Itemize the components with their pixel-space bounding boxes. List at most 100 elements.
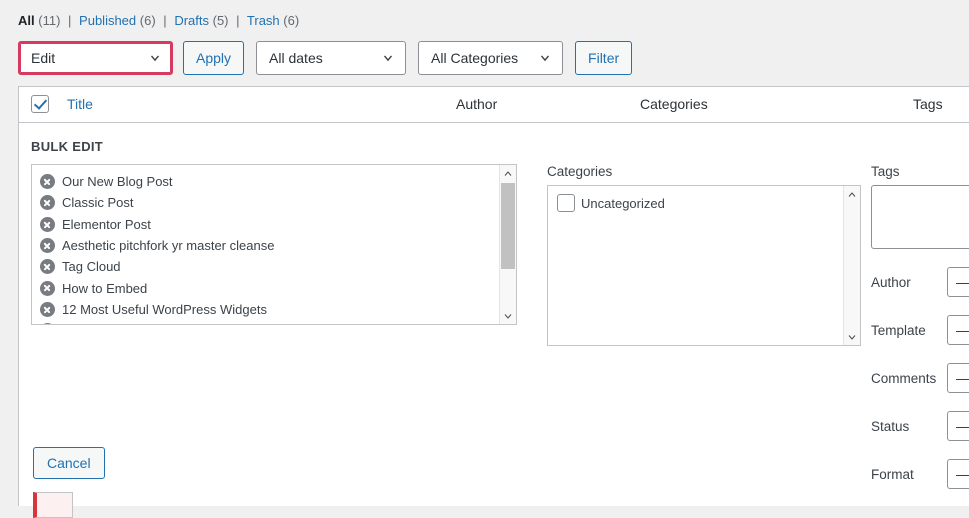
comments-label: Comments — [871, 370, 937, 386]
select-all-checkbox-cell — [31, 95, 49, 114]
error-notice — [33, 492, 73, 518]
status-link-published[interactable]: Published (6) — [75, 13, 159, 28]
remove-circle-x-icon[interactable] — [40, 195, 55, 211]
list-item[interactable]: Aesthetic pitchfork yr master cleanse — [40, 235, 499, 256]
bulk-edit-tags-column: Tags Author — Template — Comments — Stat… — [871, 164, 969, 489]
comments-field-row: Comments — — [871, 363, 969, 393]
column-header-title-link[interactable]: Title — [67, 96, 93, 112]
bulk-edit-titles-column: Our New Blog Post Classic Post Elementor… — [31, 164, 517, 325]
bulk-edit-categories-column: Categories Uncategorized — [547, 164, 861, 346]
scroll-down-arrow-icon[interactable] — [844, 328, 860, 345]
remove-circle-x-icon[interactable] — [40, 174, 55, 190]
date-filter-value: All dates — [269, 50, 323, 66]
status-link-trash[interactable]: Trash (6) — [244, 13, 300, 28]
scroll-up-arrow-icon[interactable] — [500, 165, 516, 182]
status-field-row: Status — — [871, 411, 969, 441]
scroll-up-arrow-icon[interactable] — [844, 186, 860, 203]
posts-table-header-row: Title Author Categories Tags — [19, 87, 969, 123]
remove-circle-x-icon[interactable] — [40, 301, 55, 317]
category-item-uncategorized[interactable]: Uncategorized — [557, 194, 860, 212]
list-item-label: How to Embed — [62, 280, 148, 296]
column-header-tags: Tags — [913, 96, 943, 112]
remove-circle-x-icon[interactable] — [40, 280, 55, 296]
status-select[interactable]: — — [947, 411, 969, 441]
chevron-down-icon — [381, 51, 395, 65]
status-link-published-label[interactable]: Published — [79, 13, 136, 28]
format-select[interactable]: — — [947, 459, 969, 489]
chevron-down-icon — [148, 51, 162, 65]
filter-button[interactable]: Filter — [575, 41, 633, 75]
comments-value: — — [956, 370, 969, 386]
status-value: — — [956, 418, 969, 434]
wordpress-posts-admin-screen: All (11) | Published (6) | Drafts (5) | … — [0, 0, 969, 518]
categories-label: Categories — [547, 164, 613, 179]
scroll-down-arrow-icon[interactable] — [500, 307, 516, 324]
status-label: Status — [871, 418, 910, 434]
category-item-label: Uncategorized — [581, 195, 665, 211]
list-item-label: Aesthetic pitchfork yr master cleanse — [62, 238, 275, 254]
list-item[interactable]: How to Embed — [40, 277, 499, 298]
column-header-author: Author — [456, 96, 498, 112]
remove-circle-x-icon[interactable] — [40, 216, 55, 232]
list-item[interactable]: 12 Most Useful WordPress Widgets — [40, 299, 499, 320]
bulk-edit-row: BULK EDIT Our New Blog Post Classic Post — [19, 123, 969, 506]
list-item-label: Elementor Post — [62, 216, 151, 232]
list-item-label: Classic Post — [62, 195, 134, 211]
remove-circle-x-icon[interactable] — [40, 259, 55, 275]
tags-input[interactable] — [871, 185, 969, 249]
tags-label: Tags — [871, 164, 900, 179]
categories-checklist-inner: Uncategorized — [548, 186, 860, 212]
remove-circle-x-icon[interactable] — [40, 323, 55, 324]
chevron-down-icon — [538, 51, 552, 65]
list-item[interactable]: Our New Blog Post — [40, 171, 499, 192]
list-item-label: How to Create Printable WordPress Posts — [62, 323, 304, 324]
select-all-checkbox[interactable] — [31, 95, 49, 114]
column-header-categories: Categories — [640, 96, 708, 112]
bulk-action-select[interactable]: Edit — [18, 41, 173, 75]
author-value: — — [956, 274, 969, 290]
list-item-label: 12 Most Useful WordPress Widgets — [62, 301, 267, 317]
list-item-label: Our New Blog Post — [62, 174, 173, 190]
status-link-all[interactable]: All (11) — [18, 13, 64, 28]
status-link-published-count: (6) — [139, 13, 156, 28]
status-separator-3: | — [236, 13, 240, 28]
list-item[interactable]: Elementor Post — [40, 214, 499, 235]
category-filter-value: All Categories — [431, 50, 519, 66]
post-status-filter-links: All (11) | Published (6) | Drafts (5) | … — [18, 10, 299, 32]
selected-posts-scrollbar[interactable] — [499, 165, 516, 324]
cancel-button[interactable]: Cancel — [33, 447, 105, 479]
format-value: — — [956, 466, 969, 482]
selected-posts-list: Our New Blog Post Classic Post Elementor… — [31, 164, 517, 325]
list-item[interactable]: How to Create Printable WordPress Posts — [40, 320, 499, 324]
author-select[interactable]: — — [947, 267, 969, 297]
status-link-trash-count: (6) — [283, 13, 300, 28]
scrollbar-thumb[interactable] — [501, 183, 515, 269]
status-link-drafts[interactable]: Drafts (5) — [171, 13, 232, 28]
status-link-all-label[interactable]: All — [18, 13, 35, 28]
status-link-drafts-count: (5) — [212, 13, 229, 28]
status-separator-1: | — [68, 13, 72, 28]
status-link-trash-label[interactable]: Trash — [247, 13, 280, 28]
apply-button[interactable]: Apply — [183, 41, 245, 75]
selected-posts-list-inner: Our New Blog Post Classic Post Elementor… — [32, 165, 499, 324]
status-link-drafts-label[interactable]: Drafts — [174, 13, 209, 28]
column-header-title: Title — [67, 96, 93, 112]
bulk-action-value: Edit — [31, 50, 56, 66]
categories-checklist: Uncategorized — [547, 185, 861, 346]
template-label: Template — [871, 322, 926, 338]
bulk-edit-heading: BULK EDIT — [31, 139, 104, 154]
list-item[interactable]: Classic Post — [40, 192, 499, 213]
author-field-row: Author — — [871, 267, 969, 297]
status-link-all-count: (11) — [38, 13, 61, 28]
template-value: — — [956, 322, 969, 338]
category-filter-select[interactable]: All Categories — [418, 41, 564, 75]
comments-select[interactable]: — — [947, 363, 969, 393]
category-checkbox[interactable] — [557, 194, 575, 212]
posts-list-panel: Title Author Categories Tags BULK EDIT O… — [18, 86, 969, 506]
remove-circle-x-icon[interactable] — [40, 238, 55, 254]
date-filter-select[interactable]: All dates — [256, 41, 407, 75]
list-item[interactable]: Tag Cloud — [40, 256, 499, 277]
table-navigation-toolbar: Edit Apply All dates All Categories Filt… — [18, 40, 633, 76]
categories-scrollbar[interactable] — [843, 186, 860, 345]
template-select[interactable]: — — [947, 315, 969, 345]
